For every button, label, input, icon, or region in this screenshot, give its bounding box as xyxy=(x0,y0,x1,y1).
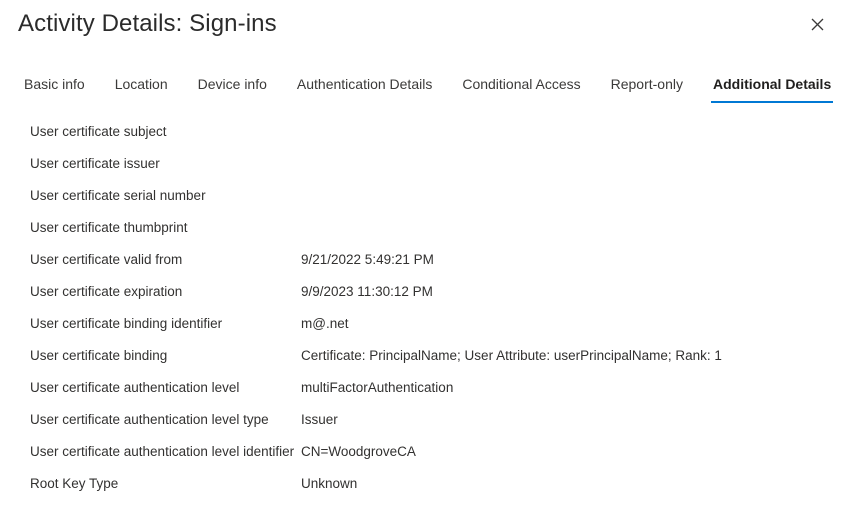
page-title: Activity Details: Sign-ins xyxy=(18,10,277,37)
detail-row: User certificate valid from 9/21/2022 5:4… xyxy=(30,244,849,276)
tab-conditional-access[interactable]: Conditional Access xyxy=(460,74,582,103)
tab-authentication-details[interactable]: Authentication Details xyxy=(295,74,434,103)
detail-label: User certificate issuer xyxy=(30,156,160,171)
detail-value: 9/21/2022 5:49:21 PM xyxy=(301,252,434,267)
detail-label: User certificate valid from xyxy=(30,252,183,267)
detail-label: User certificate subject xyxy=(30,124,167,139)
tab-additional-details[interactable]: Additional Details xyxy=(711,74,834,103)
detail-label: User certificate serial number xyxy=(30,188,206,203)
detail-row: User certificate authentication level mul… xyxy=(30,372,849,404)
detail-label: User certificate binding xyxy=(30,348,168,363)
tab-bar: Basic info Location Device info Authenticat… xyxy=(0,74,849,108)
detail-label: User certificate expiration xyxy=(30,284,183,299)
tab-location[interactable]: Location xyxy=(113,74,170,103)
detail-value: Unknown xyxy=(301,476,358,491)
detail-label: User certificate binding identifier xyxy=(30,316,223,331)
detail-value: m@.net xyxy=(301,316,349,331)
detail-row: User certificate binding Certificate: Pri… xyxy=(30,340,849,372)
detail-label: User certificate authentication level xyxy=(30,380,240,395)
detail-row: User certificate authentication level ty… xyxy=(30,404,849,436)
detail-row: User certificate serial number xyxy=(30,180,849,212)
detail-value: multiFactorAuthentication xyxy=(301,380,454,395)
detail-label: User certificate thumbprint xyxy=(30,220,188,235)
detail-value: Certificate: PrincipalName; User Attribu… xyxy=(301,348,722,363)
detail-value: Issuer xyxy=(301,412,338,427)
detail-row: User certificate expiration 9/9/2023 11:3… xyxy=(30,276,849,308)
tab-report-only[interactable]: Report-only xyxy=(609,74,685,103)
detail-row: User certificate issuer xyxy=(30,148,849,180)
detail-value: 9/9/2023 11:30:12 PM xyxy=(301,284,433,299)
detail-label: Root Key Type xyxy=(30,476,119,491)
details-list: User certificate subject User certificate… xyxy=(0,116,849,500)
detail-row: User certificate subject xyxy=(30,116,849,148)
close-icon[interactable] xyxy=(803,10,831,38)
detail-row: User certificate thumbprint xyxy=(30,212,849,244)
detail-value: CN=WoodgroveCA xyxy=(301,444,416,459)
detail-label: User certificate authentication level ty… xyxy=(30,412,269,427)
tab-basic-info[interactable]: Basic info xyxy=(22,74,87,103)
tab-device-info[interactable]: Device info xyxy=(196,74,269,103)
panel-header: Activity Details: Sign-ins xyxy=(0,0,849,62)
detail-row: User certificate binding identifier m@.ne… xyxy=(30,308,849,340)
detail-row: Root Key Type Unknown xyxy=(30,468,849,500)
detail-row: User certificate authentication level id… xyxy=(30,436,849,468)
detail-label: User certificate authentication level id… xyxy=(30,444,295,459)
